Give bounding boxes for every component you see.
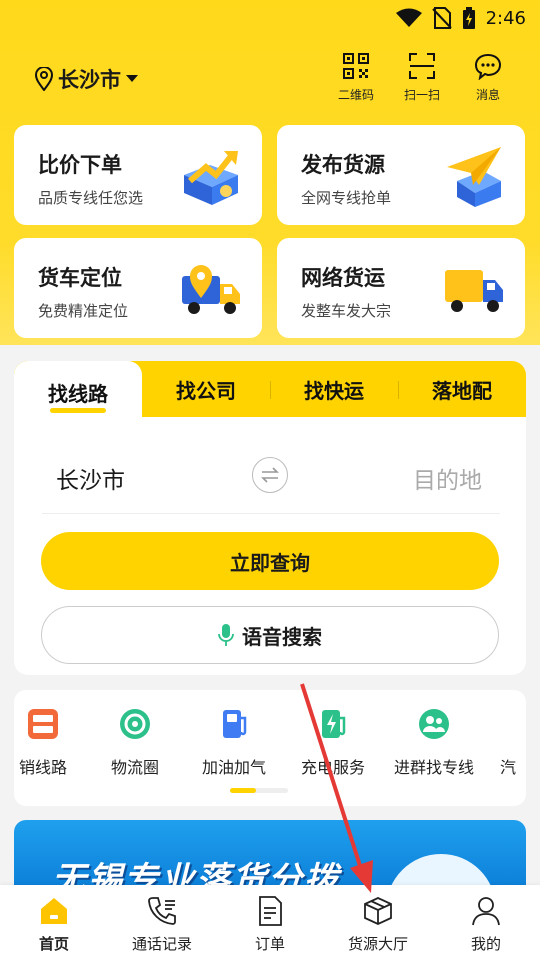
scan-button[interactable]: 扫一扫 — [400, 52, 444, 103]
quick-item-fuel[interactable]: 加油加气 — [189, 708, 279, 778]
message-label: 消息 — [475, 88, 500, 102]
order-icon — [259, 896, 282, 926]
quick-item-join-group[interactable]: 进群找专线 — [389, 708, 479, 778]
no-sim-icon — [431, 7, 452, 29]
quick-item-quality-route[interactable]: 销线路 — [14, 708, 88, 778]
nav-label: 订单 — [254, 935, 285, 953]
quick-item-label: 汽 — [500, 758, 517, 777]
voice-search-label: 语音搜索 — [242, 624, 322, 649]
car-icon — [480, 708, 512, 740]
tab-active-indicator — [50, 408, 106, 413]
qrcode-label: 二维码 — [337, 88, 374, 102]
origin-city[interactable]: 长沙市 — [56, 461, 125, 495]
quick-item-label: 销线路 — [18, 758, 67, 777]
nav-home[interactable]: 首页 — [0, 895, 108, 954]
quick-item-logistics-circle[interactable]: 物流圈 — [90, 708, 180, 778]
quality-guarantee-icon — [28, 709, 58, 739]
voice-search-button[interactable]: 语音搜索 — [41, 606, 499, 664]
message-icon — [474, 53, 502, 80]
publish-cargo-icon — [447, 147, 501, 207]
service-card-title: 比价下单 — [38, 153, 122, 177]
network-freight-icon — [445, 270, 503, 312]
service-card-subtitle: 全网专线抢单 — [301, 189, 392, 207]
quick-item-label: 进群找专线 — [393, 758, 474, 777]
service-card-title: 货车定位 — [38, 266, 122, 290]
scan-icon — [409, 53, 435, 79]
nav-call-log[interactable]: 通话记录 — [108, 895, 216, 954]
nav-orders[interactable]: 订单 — [216, 895, 324, 954]
user-icon — [472, 897, 500, 926]
battery-icon — [462, 7, 475, 29]
tab-local-delivery[interactable]: 落地配 — [398, 361, 526, 417]
nav-label: 货源大厅 — [347, 935, 408, 953]
quick-services: 销线路 物流圈 加油加气 充电服务 进群找专线 汽 — [14, 690, 526, 806]
logistics-circle-icon — [120, 709, 150, 739]
microphone-icon — [218, 624, 234, 646]
service-card-price-compare[interactable]: 比价下单 品质专线任您选 — [14, 125, 262, 225]
service-card-subtitle: 发整车发大宗 — [301, 302, 392, 320]
search-now-label: 立即查询 — [230, 550, 310, 575]
quick-item-label: 加油加气 — [201, 758, 266, 777]
cargo-box-icon — [364, 897, 392, 925]
nav-label: 通话记录 — [131, 935, 192, 953]
status-bar: 2:46 — [0, 0, 540, 36]
phone-icon — [148, 897, 176, 925]
charging-icon — [322, 710, 346, 738]
tab-label: 找公司 — [176, 378, 236, 403]
tab-find-route[interactable]: 找线路 — [14, 361, 142, 423]
tab-label: 落地配 — [432, 378, 492, 403]
service-card-publish-cargo[interactable]: 发布货源 全网专线抢单 — [277, 125, 525, 225]
route-row: 长沙市 目的地 — [14, 417, 526, 517]
quick-item-charging[interactable]: 充电服务 — [288, 708, 378, 778]
service-card-network-freight[interactable]: 网络货运 发整车发大宗 — [277, 238, 525, 338]
nav-label: 首页 — [38, 935, 69, 953]
pager-indicator — [230, 788, 256, 793]
tab-label: 找线路 — [48, 381, 108, 406]
service-card-subtitle: 品质专线任您选 — [38, 189, 144, 207]
tab-find-company[interactable]: 找公司 — [142, 361, 270, 417]
home-icon — [41, 898, 67, 924]
city-selector[interactable]: 长沙市 — [34, 64, 139, 94]
fuel-icon — [223, 710, 247, 738]
nav-profile[interactable]: 我的 — [432, 895, 540, 954]
wifi-icon — [395, 8, 422, 27]
service-card-title: 网络货运 — [301, 266, 385, 290]
nav-label: 我的 — [470, 935, 501, 953]
swap-icon — [261, 467, 279, 483]
bottom-nav: 首页 通话记录 订单 货源大厅 我的 — [0, 885, 540, 960]
status-time: 2:46 — [485, 7, 526, 29]
city-label: 长沙市 — [58, 68, 121, 92]
qrcode-button[interactable]: 二维码 — [334, 52, 378, 103]
truck-location-icon — [182, 265, 240, 314]
qrcode-icon — [343, 53, 369, 79]
swap-button[interactable] — [252, 457, 288, 493]
promo-banner[interactable]: 无锡专业落货分拨 — [14, 820, 526, 890]
quick-item-label: 充电服务 — [300, 758, 365, 777]
service-card-subtitle: 免费精准定位 — [38, 302, 129, 320]
price-compare-icon — [184, 151, 238, 205]
destination-field[interactable]: 目的地 — [413, 461, 482, 495]
nav-cargo-hall[interactable]: 货源大厅 — [324, 895, 432, 954]
tab-label: 找快运 — [304, 378, 364, 403]
divider — [42, 513, 500, 514]
scan-label: 扫一扫 — [403, 88, 440, 102]
service-card-title: 发布货源 — [301, 153, 385, 177]
header: 长沙市 二维码 扫一扫 消息 — [0, 52, 540, 110]
caret-down-icon — [126, 75, 138, 82]
service-card-truck-location[interactable]: 货车定位 免费精准定位 — [14, 238, 262, 338]
quick-item-car[interactable]: 汽 — [480, 708, 526, 778]
route-search-panel: 找线路 找公司 找快运 落地配 长沙市 目的地 立即查询 语音搜索 — [14, 361, 526, 675]
location-pin-icon — [34, 67, 54, 91]
quick-item-label: 物流圈 — [110, 758, 159, 777]
tab-find-express[interactable]: 找快运 — [270, 361, 398, 417]
message-button[interactable]: 消息 — [466, 52, 510, 103]
group-icon — [419, 709, 449, 739]
search-now-button[interactable]: 立即查询 — [41, 532, 499, 590]
